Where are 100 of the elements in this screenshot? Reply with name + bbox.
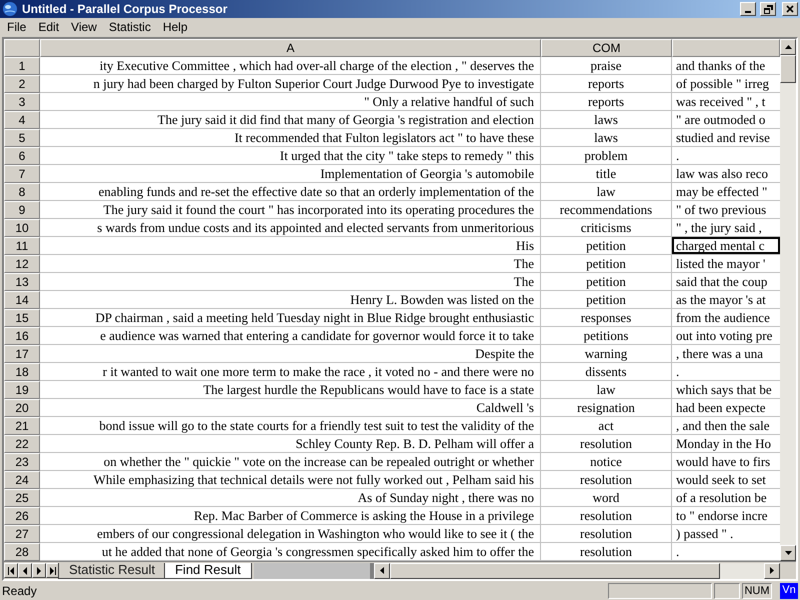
row-header[interactable]: 17 (4, 345, 40, 363)
tab-scroll-button[interactable] (32, 563, 46, 578)
menu-item[interactable]: View (65, 18, 103, 36)
row-header[interactable]: 21 (4, 417, 40, 435)
table-cell: It recommended that Fulton legislators act " to have these (234, 129, 534, 146)
sheet-tab[interactable]: Find Result (164, 562, 252, 578)
table-cell: petition (541, 255, 672, 273)
row-header[interactable]: 4 (4, 111, 40, 129)
row-header[interactable]: 11 (4, 237, 40, 255)
table-cell: problem (541, 147, 672, 165)
row-header[interactable]: 6 (4, 147, 40, 165)
table-cell: bond issue will go to the state courts for a friendly test suit to test the validity of the (99, 417, 534, 434)
row-header[interactable]: 23 (4, 453, 40, 471)
menu-item[interactable]: Statistic (102, 18, 157, 36)
table-cell: s wards from undue costs and its appointed and elected servants from unmeritorious (97, 219, 534, 236)
row-header[interactable]: 10 (4, 219, 40, 237)
table-cell: e audience was warned that entering a candidate for governor would force it to take (100, 327, 534, 344)
row-header[interactable]: 18 (4, 363, 40, 381)
row-header[interactable]: 27 (4, 525, 40, 543)
horizontal-scrollbar[interactable] (374, 562, 780, 578)
close-button[interactable] (782, 2, 798, 16)
table-cell: laws (541, 129, 672, 147)
row-header[interactable]: 28 (4, 543, 40, 561)
tab-splitter[interactable] (254, 562, 374, 578)
table-cell: n jury had been charged by Fulton Superior Court Judge Durwood Pye to investigate (93, 75, 534, 92)
vertical-scrollbar[interactable] (780, 39, 796, 561)
window-title: Untitled - Parallel Corpus Processor (22, 1, 228, 18)
restore-button[interactable] (760, 2, 776, 16)
row-header[interactable]: 20 (4, 399, 40, 417)
globe-icon (2, 1, 18, 17)
row-header[interactable]: 15 (4, 309, 40, 327)
tab-scroll-button[interactable] (4, 563, 18, 578)
table-cell: embers of our congressional delegation in Washington who would like to see it ( the (96, 525, 534, 542)
table-cell: Schley County Rep. B. D. Pelham will offer a (296, 435, 534, 452)
table-cell: Despite the (475, 345, 534, 362)
table-cell: resignation (541, 399, 672, 417)
table-cell[interactable]: charged mental c (672, 237, 780, 255)
status-pane (714, 583, 740, 599)
table-cell: petition (541, 291, 672, 309)
scroll-thumb[interactable] (780, 55, 796, 83)
row-header[interactable]: 1 (4, 57, 40, 75)
table-cell: Implementation of Georgia 's automobile (320, 165, 534, 182)
menu-item[interactable]: Help (156, 18, 194, 36)
table-cell: It urged that the city " take steps to remedy " this (280, 147, 534, 164)
table-cell: resolution (541, 471, 672, 489)
table-cell: While emphasizing that technical details were not fully worked out , Pelham said his (94, 471, 534, 488)
column-header[interactable]: A (40, 39, 541, 57)
table-cell: As of Sunday night , there was no (358, 489, 534, 506)
table-cell: praise (541, 57, 672, 75)
row-header[interactable]: 7 (4, 165, 40, 183)
tab-scroll-button[interactable] (18, 563, 32, 578)
row-header[interactable]: 25 (4, 489, 40, 507)
row-header[interactable]: 8 (4, 183, 40, 201)
row-header[interactable]: 26 (4, 507, 40, 525)
column-header[interactable] (672, 39, 780, 57)
row-header[interactable]: 2 (4, 75, 40, 93)
table-cell: title (541, 165, 672, 183)
last-arrow-icon (49, 566, 57, 574)
row-header[interactable]: 19 (4, 381, 40, 399)
tab-scroll-button[interactable] (46, 563, 60, 578)
table-cell: petition (541, 237, 672, 255)
table-cell: enabling funds and re-set the effective date so that an orderly implementation of the (98, 183, 534, 200)
table-cell: r it wanted to wait one more term to make the race , it voted no - and there were no (102, 363, 534, 380)
row-header[interactable]: 24 (4, 471, 40, 489)
table-cell: recommendations (541, 201, 672, 219)
table-cell: law (541, 183, 672, 201)
sheet-tab[interactable]: Statistic Result (58, 562, 166, 578)
close-icon (785, 4, 795, 14)
menu-item[interactable]: File (1, 18, 32, 36)
scroll-left-icon (380, 567, 384, 574)
row-header[interactable]: 13 (4, 273, 40, 291)
table-cell: notice (541, 453, 672, 471)
minimize-icon (745, 11, 751, 13)
table-cell: reports (541, 75, 672, 93)
table-cell: Henry L. Bowden was listed on the (350, 291, 534, 308)
first-arrow-icon (7, 566, 15, 574)
scroll-thumb[interactable] (390, 562, 720, 578)
table-cell: The (514, 255, 534, 272)
table-cell: The (514, 273, 534, 290)
row-header[interactable]: 5 (4, 129, 40, 147)
table-cell: petition (541, 273, 672, 291)
table-cell: DP chairman , said a meeting held Tuesday night in Blue Ridge brought enthusiastic (95, 309, 534, 326)
column-header[interactable]: COM (541, 39, 672, 57)
row-header[interactable]: 9 (4, 201, 40, 219)
language-indicator[interactable]: Vn (780, 583, 798, 599)
row-header[interactable]: 22 (4, 435, 40, 453)
num-lock-indicator: NUM (742, 583, 772, 599)
minimize-button[interactable] (740, 2, 756, 16)
right-arrow-icon (35, 566, 43, 574)
table-cell: resolution (541, 507, 672, 525)
table-cell: word (541, 489, 672, 507)
row-header[interactable]: 12 (4, 255, 40, 273)
table-cell: The jury said it did find that many of Georgia 's registration and election (158, 111, 534, 128)
table-cell: warning (541, 345, 672, 363)
row-header[interactable]: 16 (4, 327, 40, 345)
row-header[interactable]: 14 (4, 291, 40, 309)
menu-item[interactable]: Edit (32, 18, 66, 36)
row-header[interactable]: 3 (4, 93, 40, 111)
table-cell: responses (541, 309, 672, 327)
table-cell: ity Executive Committee , which had over-all charge of the election , " deserves the (100, 57, 534, 74)
